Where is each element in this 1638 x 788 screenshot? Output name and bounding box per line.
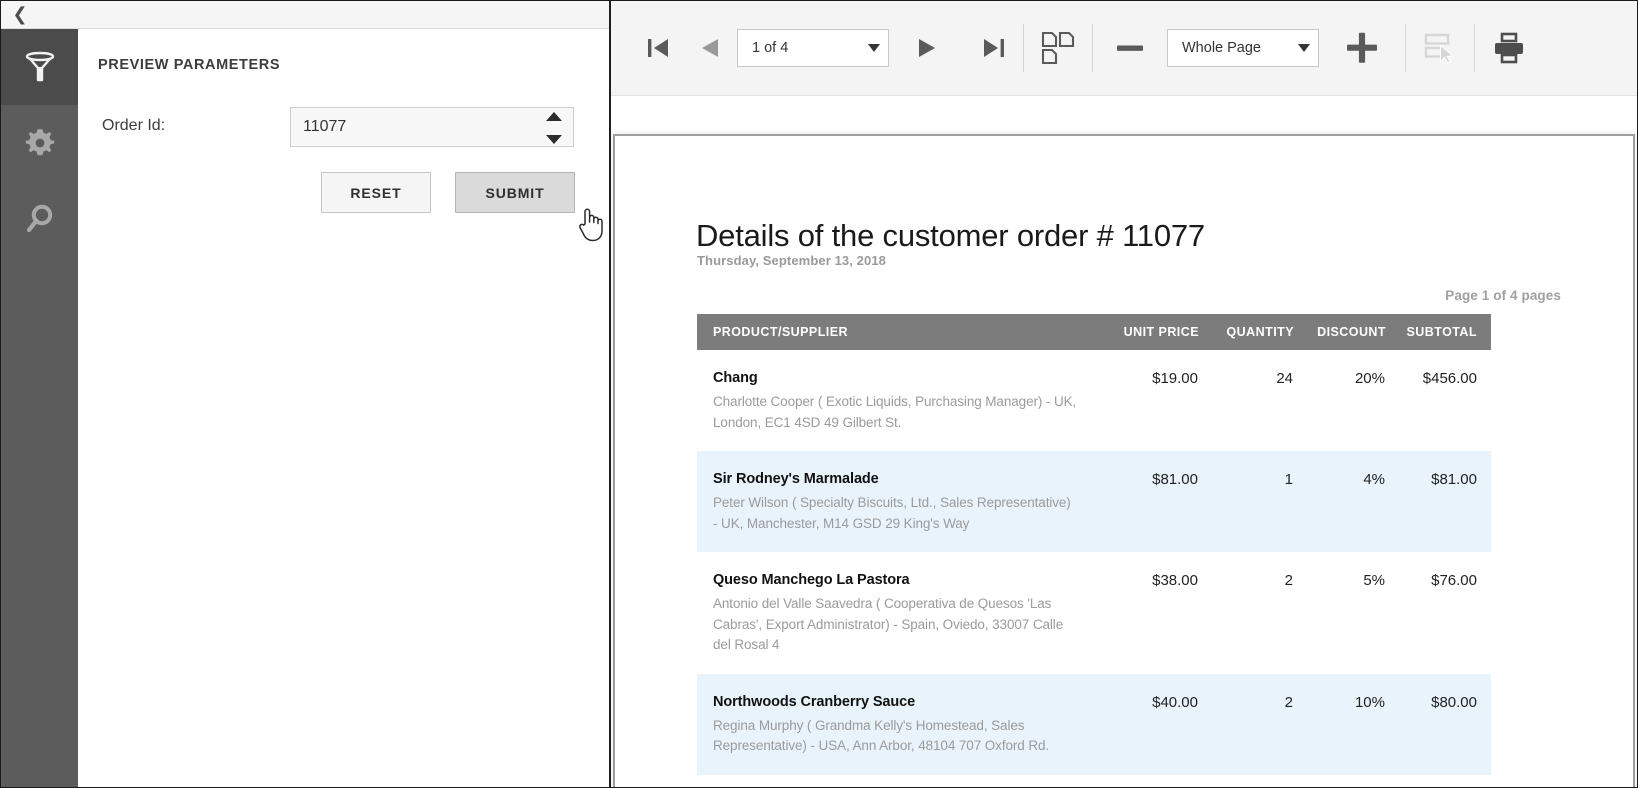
page-scroll-area[interactable]: Details of the customer order # 11077 Th… (611, 96, 1638, 788)
previous-page-icon[interactable] (683, 18, 737, 78)
discount: 5% (1294, 552, 1386, 674)
filter-funnel-icon (21, 48, 59, 86)
zoom-out-minus-icon[interactable] (1093, 18, 1167, 78)
submit-button[interactable]: SUBMIT (455, 172, 575, 213)
chevron-down-icon (1298, 44, 1310, 52)
zoom-in-plus-icon[interactable] (1319, 18, 1405, 78)
unit-price: $19.00 (1079, 350, 1199, 451)
form-actions: RESET SUBMIT (78, 172, 609, 216)
column-header-product: PRODUCT/SUPPLIER (697, 314, 1079, 350)
table-row: Northwoods Cranberry Sauce Regina Murphy… (697, 674, 1491, 775)
quantity: 2 (1199, 674, 1294, 775)
parameters-form: PREVIEW PARAMETERS Order Id: RESET SUBMI… (78, 29, 609, 788)
product-name: Chang (713, 370, 1078, 386)
table-row: Chang Charlotte Cooper ( Exotic Liquids,… (697, 350, 1491, 451)
quantity: 24 (1199, 350, 1294, 451)
product-name: Northwoods Cranberry Sauce (713, 694, 1078, 710)
supplier-info: Charlotte Cooper ( Exotic Liquids, Purch… (713, 392, 1078, 433)
report-preview-window: ❮ (0, 0, 1638, 788)
product-name: Sir Rodney's Marmalade (713, 471, 1078, 487)
discount: 10% (1294, 674, 1386, 775)
order-id-stepper[interactable] (290, 107, 574, 147)
parameters-panel: ❮ (1, 1, 609, 788)
supplier-info: Regina Murphy ( Grandma Kelly's Homestea… (713, 716, 1078, 757)
triangle-up-icon[interactable] (546, 112, 562, 121)
quantity: 1 (1199, 451, 1294, 552)
report-date: Thursday, September 13, 2018 (697, 253, 886, 268)
zoom-level-select[interactable]: Whole Page (1167, 29, 1319, 67)
subtotal: $76.00 (1386, 552, 1491, 674)
order-id-input[interactable] (291, 108, 539, 146)
sidebar-item-parameters[interactable] (1, 29, 78, 105)
column-header-quantity: QUANTITY (1199, 314, 1294, 350)
chevron-left-icon[interactable]: ❮ (9, 3, 31, 27)
report-page-info: Page 1 of 4 pages (1445, 288, 1561, 303)
first-page-icon[interactable] (633, 18, 683, 78)
supplier-info: Antonio del Valle Saavedra ( Cooperativa… (713, 594, 1078, 656)
subtotal: $81.00 (1386, 451, 1491, 552)
panel-collapse-bar: ❮ (1, 1, 609, 29)
sidebar-item-settings[interactable] (1, 105, 78, 181)
discount: 4% (1294, 451, 1386, 552)
page-number-select[interactable]: 1 of 4 (737, 29, 889, 67)
order-id-label: Order Id: (102, 117, 165, 135)
page-number-value: 1 of 4 (752, 40, 788, 56)
gear-icon (22, 125, 58, 161)
last-page-icon[interactable] (965, 18, 1023, 78)
report-title: Details of the customer order # 11077 (696, 218, 1205, 254)
viewer-toolbar: 1 of 4 (611, 1, 1638, 96)
subtotal: $80.00 (1386, 674, 1491, 775)
column-header-subtotal: SUBTOTAL (1386, 314, 1491, 350)
panel-icon-rail (1, 29, 78, 788)
discount: 20% (1294, 350, 1386, 451)
report-designer-icon (1406, 18, 1474, 78)
table-body: Chang Charlotte Cooper ( Exotic Liquids,… (697, 350, 1491, 775)
table-row: Sir Rodney's Marmalade Peter Wilson ( Sp… (697, 451, 1491, 552)
subtotal: $456.00 (1386, 350, 1491, 451)
sidebar-item-search[interactable] (1, 181, 78, 257)
table-row: Queso Manchego La Pastora Antonio del Va… (697, 552, 1491, 674)
document-viewer: 1 of 4 (611, 1, 1638, 788)
order-id-row: Order Id: (78, 107, 609, 151)
reset-button[interactable]: RESET (321, 172, 431, 213)
product-name: Queso Manchego La Pastora (713, 572, 1078, 588)
order-details-table: PRODUCT/SUPPLIER UNIT PRICE QUANTITY DIS… (697, 314, 1491, 775)
zoom-level-value: Whole Page (1182, 40, 1261, 56)
chevron-down-icon (868, 44, 880, 52)
multipage-view-icon[interactable] (1024, 18, 1092, 78)
search-icon (22, 201, 58, 237)
unit-price: $40.00 (1079, 674, 1199, 775)
triangle-down-icon[interactable] (546, 135, 562, 144)
report-page: Details of the customer order # 11077 Th… (613, 134, 1635, 788)
printer-icon[interactable] (1475, 18, 1543, 78)
unit-price: $81.00 (1079, 451, 1199, 552)
table-header-row: PRODUCT/SUPPLIER UNIT PRICE QUANTITY DIS… (697, 314, 1491, 350)
page-title: PREVIEW PARAMETERS (98, 57, 280, 73)
unit-price: $38.00 (1079, 552, 1199, 674)
order-id-spin-buttons (543, 112, 565, 144)
column-header-discount: DISCOUNT (1294, 314, 1386, 350)
next-page-icon[interactable] (889, 18, 965, 78)
quantity: 2 (1199, 552, 1294, 674)
supplier-info: Peter Wilson ( Specialty Biscuits, Ltd.,… (713, 493, 1078, 534)
column-header-unit-price: UNIT PRICE (1079, 314, 1199, 350)
